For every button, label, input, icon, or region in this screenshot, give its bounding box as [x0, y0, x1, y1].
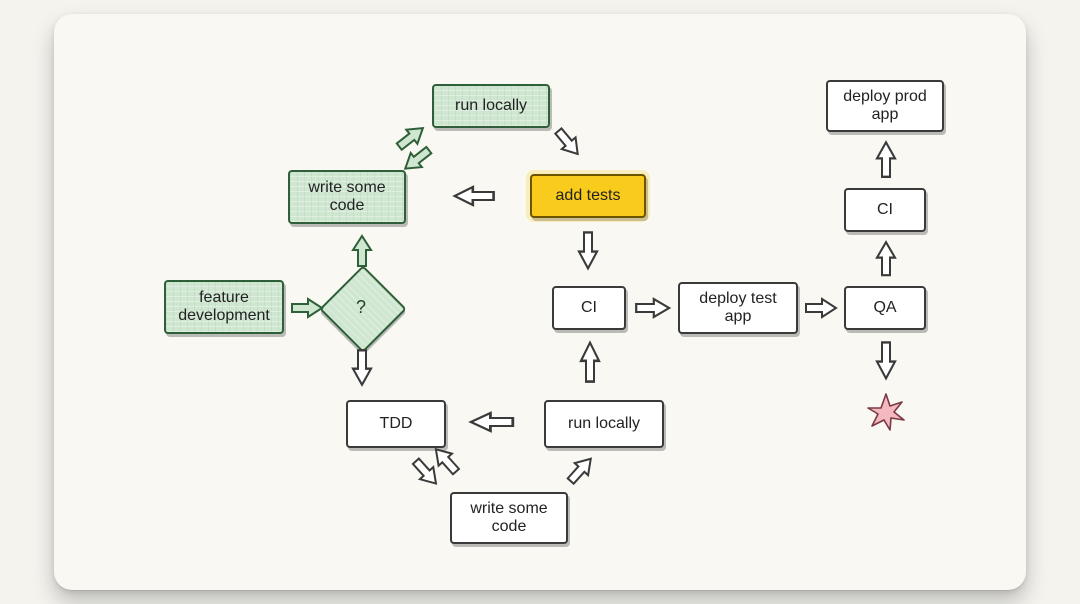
arrow-addtests-to-ci-a [578, 230, 600, 279]
node-label: add tests [556, 187, 621, 205]
arrow-ci-a-to-deploytest [634, 298, 674, 325]
arrow-writecode-to-runlocally-a [392, 118, 437, 161]
arrow-qa-to-burst [876, 340, 898, 389]
node-feature-development: featuredevelopment [164, 280, 284, 334]
node-label: write somecode [308, 179, 385, 216]
arrow-qa-to-ci-b [876, 240, 898, 285]
node-run-locally-b: run locally [544, 400, 664, 448]
node-label: featuredevelopment [178, 289, 270, 326]
node-tdd: TDD [346, 400, 446, 448]
node-decision: ? [332, 278, 394, 340]
node-add-tests: add tests [530, 174, 646, 218]
arrow-decision-to-tdd [352, 348, 374, 395]
node-write-some-code-a: write somecode [288, 170, 406, 224]
diagram-canvas: featuredevelopment ? write somecode run … [54, 14, 1026, 590]
arrow-ci-b-to-deployprod [876, 140, 898, 187]
arrow-feature-to-decision [290, 298, 326, 325]
node-label: write somecode [470, 500, 547, 537]
arrow-runlocally-b-to-tdd [468, 412, 520, 439]
node-label: QA [873, 299, 896, 317]
node-label: CI [581, 299, 597, 317]
arrow-writecode-b-to-runlocally-b [562, 449, 606, 494]
arrow-deploytest-to-qa [804, 298, 842, 325]
node-ci-b: CI [844, 188, 926, 232]
node-ci-a: CI [552, 286, 626, 330]
node-label: deploy prodapp [843, 88, 927, 125]
node-run-locally-a: run locally [432, 84, 550, 128]
node-label: TDD [380, 415, 413, 433]
node-write-some-code-b: write somecode [450, 492, 568, 544]
arrow-runlocally-to-addtests [544, 123, 588, 168]
node-label: deploy testapp [699, 290, 776, 327]
node-burst-icon [866, 392, 906, 432]
node-deploy-test-app: deploy testapp [678, 282, 798, 334]
node-label: run locally [455, 97, 527, 115]
arrow-addtests-to-writecode-a [452, 186, 500, 213]
node-label: ? [332, 278, 390, 336]
node-deploy-prod-app: deploy prodapp [826, 80, 944, 132]
node-label: run locally [568, 415, 640, 433]
arrow-runlocally-b-to-ci-a [580, 340, 602, 393]
node-label: CI [877, 201, 893, 219]
arrow-tdd-to-writecode-b [402, 453, 446, 498]
node-qa: QA [844, 286, 926, 330]
